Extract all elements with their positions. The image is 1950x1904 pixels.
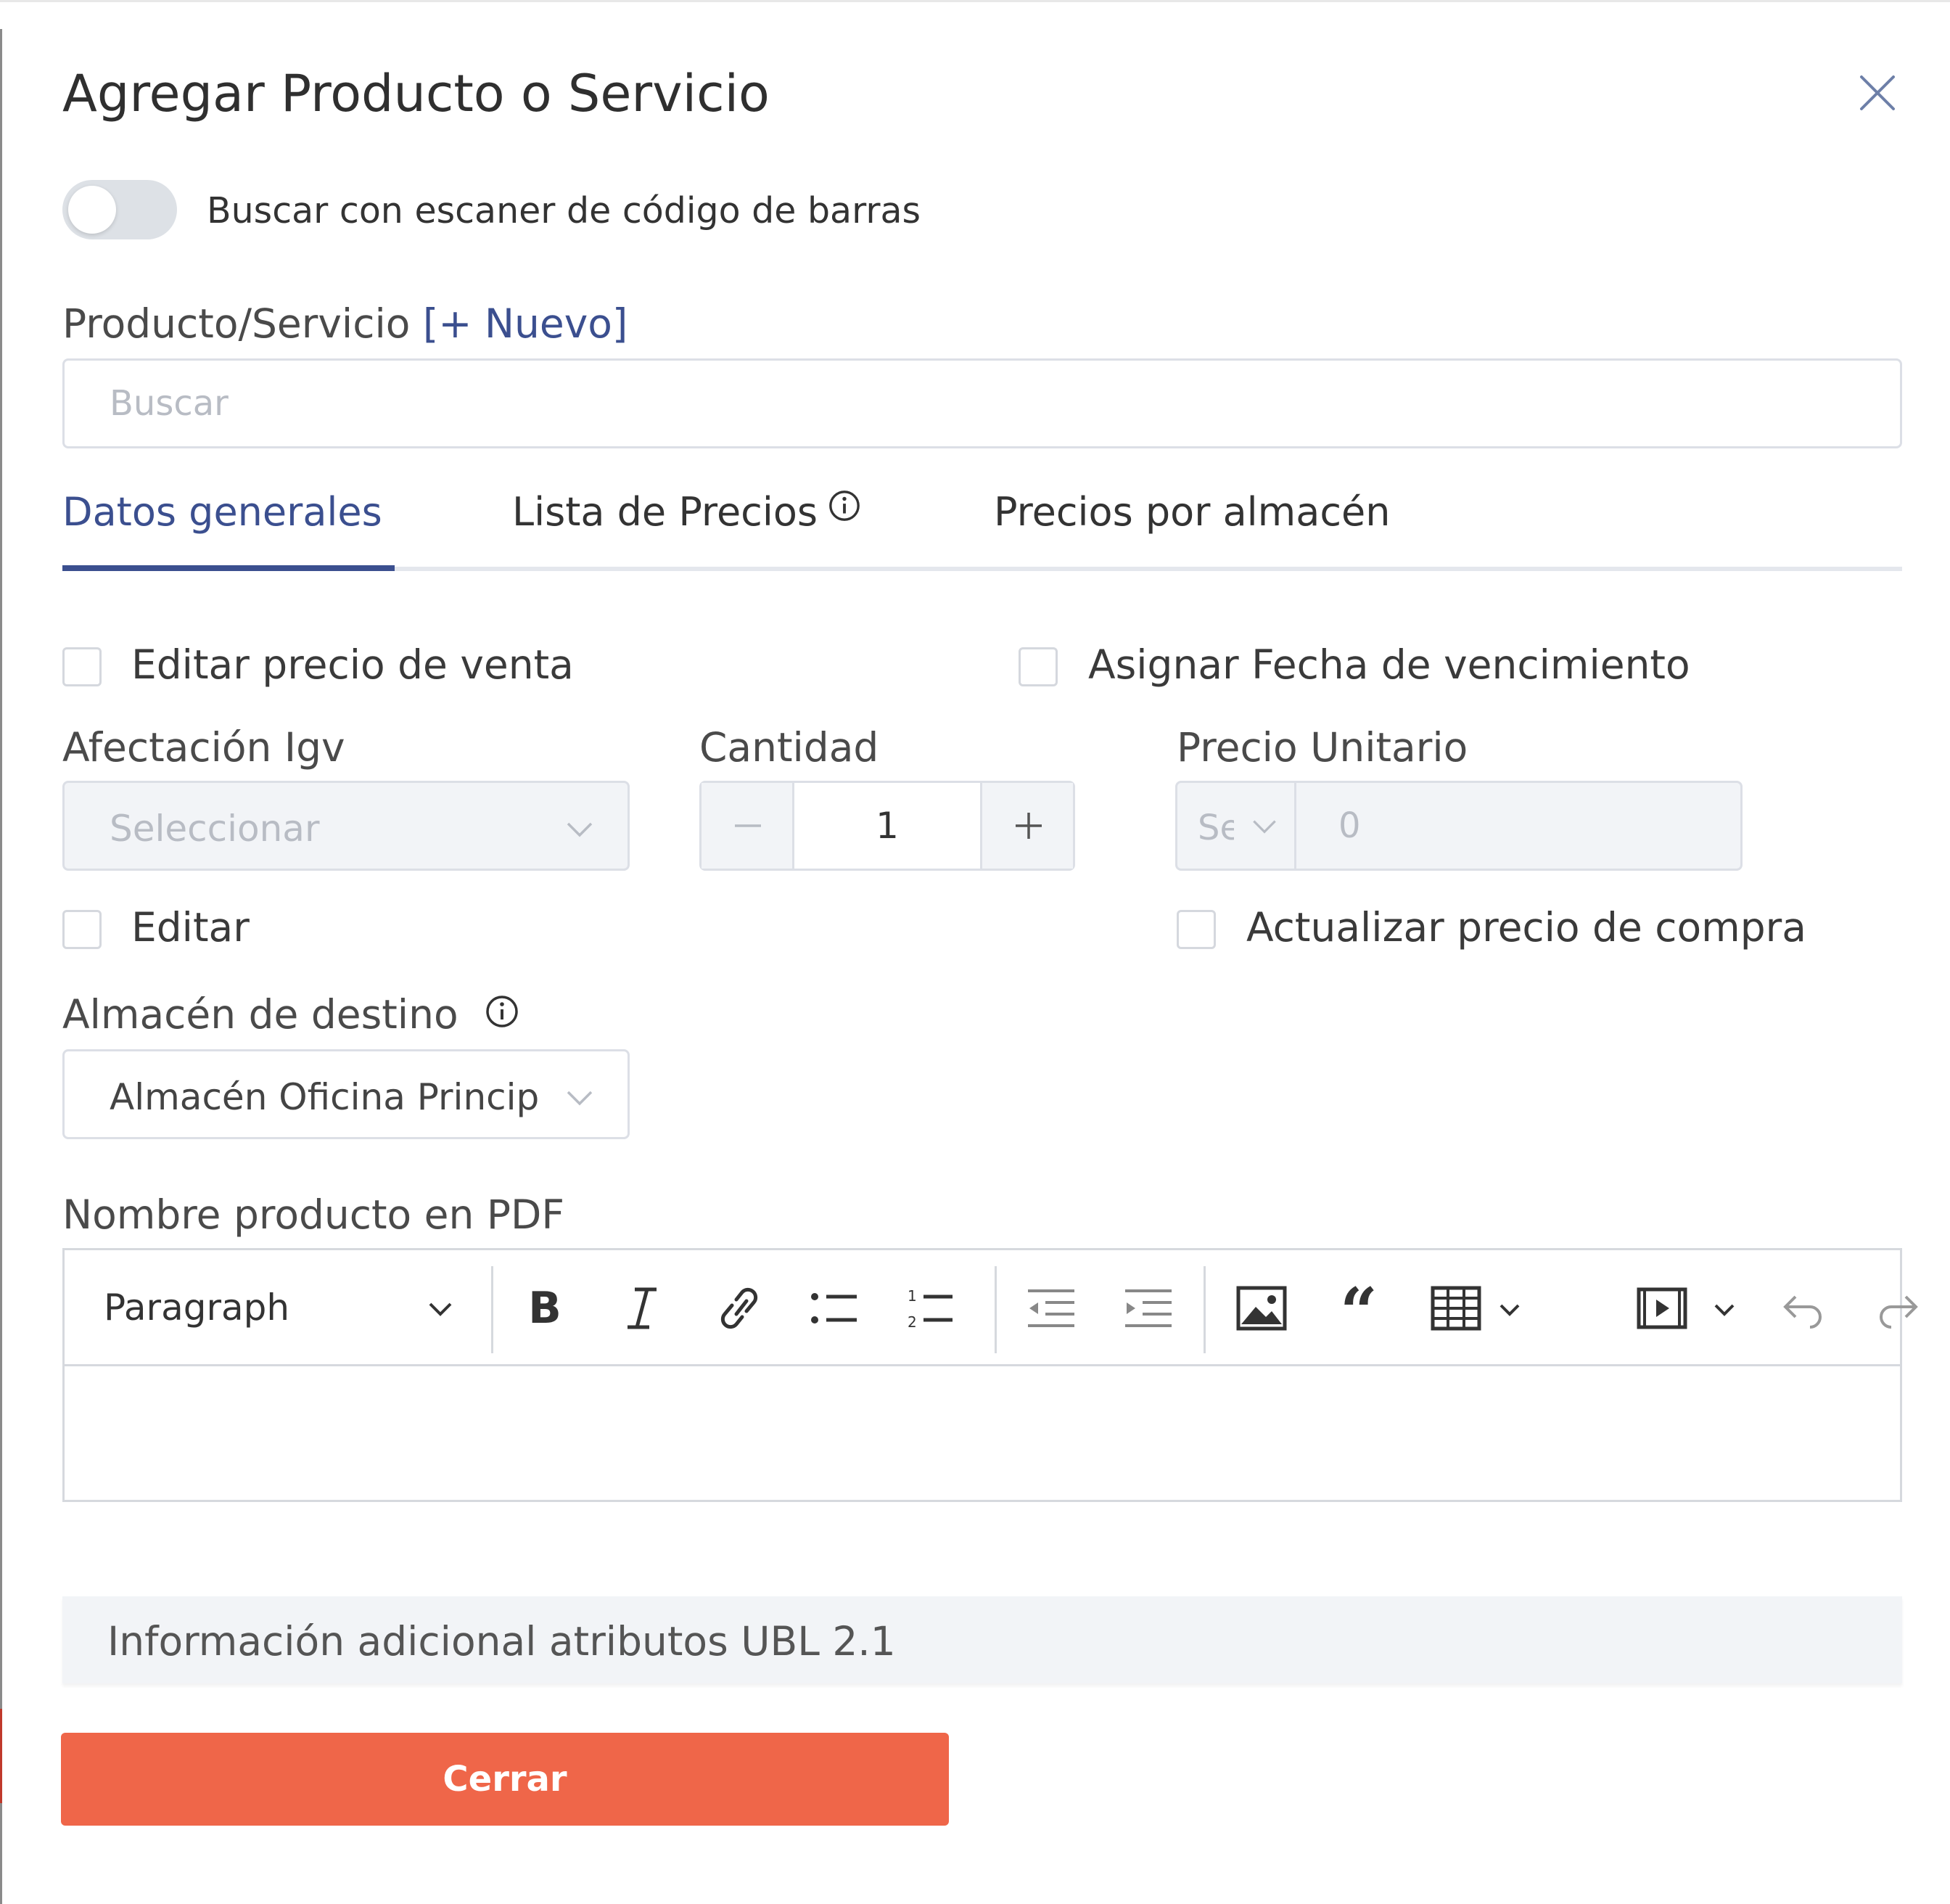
numbered-list-icon[interactable]: 12 <box>900 1279 958 1337</box>
chevron-down-icon <box>424 1292 456 1324</box>
product-field-label: Producto/Servicio [+ Nuevo] <box>62 300 628 347</box>
tab-lista-de-precios[interactable]: Lista de Precios <box>512 489 861 535</box>
media-icon[interactable] <box>1633 1279 1691 1337</box>
window-left-edge <box>0 29 2 1904</box>
blockquote-icon[interactable]: “ <box>1330 1273 1388 1350</box>
unit-price-input[interactable] <box>1296 783 1740 869</box>
currency-select-placeholder: Seleccionar <box>1198 808 1234 848</box>
toolbar-separator <box>491 1266 493 1353</box>
media-dropdown-chevron-icon[interactable] <box>1710 1295 1739 1324</box>
update-purchase-price-checkbox[interactable] <box>1177 910 1216 949</box>
table-dropdown-chevron-icon[interactable] <box>1495 1295 1524 1324</box>
additional-info-label: Información adicional atributos UBL 2.1 <box>107 1618 896 1665</box>
dialog-title: Agregar Producto o Servicio <box>62 64 770 123</box>
barcode-scanner-label: Buscar con escaner de código de barras <box>207 190 921 231</box>
new-product-link[interactable]: [+ Nuevo] <box>423 300 628 347</box>
edit-sale-price-label[interactable]: Editar precio de venta <box>131 641 574 688</box>
warehouse-select[interactable]: Almacén Oficina Principal <box>62 1049 630 1139</box>
toolbar-separator <box>995 1266 997 1353</box>
undo-icon[interactable] <box>1774 1279 1832 1337</box>
editor-content-area[interactable] <box>65 1366 1900 1500</box>
quantity-decrease-button[interactable] <box>702 783 794 869</box>
info-icon <box>485 994 519 1029</box>
barcode-scanner-toggle[interactable] <box>62 180 177 239</box>
quantity-label: Cantidad <box>699 724 879 771</box>
close-icon[interactable] <box>1857 73 1898 113</box>
outdent-icon[interactable] <box>1022 1279 1080 1337</box>
tab-datos-generales[interactable]: Datos generales <box>62 489 382 535</box>
currency-select[interactable]: Seleccionar <box>1177 783 1296 869</box>
image-icon[interactable] <box>1233 1279 1291 1337</box>
chevron-down-icon <box>562 812 597 847</box>
close-button[interactable]: Cerrar <box>61 1733 949 1826</box>
chevron-down-icon <box>1248 811 1280 842</box>
unit-price-label: Precio Unitario <box>1177 724 1468 771</box>
quantity-stepper[interactable] <box>699 781 1075 871</box>
igv-label: Afectación Igv <box>62 724 345 771</box>
igv-select[interactable]: Seleccionar <box>62 781 630 871</box>
bulleted-list-icon[interactable] <box>805 1279 863 1337</box>
tab-lista-de-precios-label: Lista de Precios <box>512 489 818 535</box>
tab-precios-por-almacen[interactable]: Precios por almacén <box>994 489 1391 535</box>
edit-label[interactable]: Editar <box>131 904 250 951</box>
toolbar-separator <box>1204 1266 1206 1353</box>
quantity-increase-button[interactable] <box>980 783 1073 869</box>
redo-icon[interactable] <box>1869 1279 1928 1337</box>
table-icon[interactable] <box>1427 1279 1485 1337</box>
igv-select-placeholder: Seleccionar <box>110 808 320 850</box>
active-tab-indicator <box>62 565 395 571</box>
info-icon <box>828 486 861 521</box>
edit-sale-price-checkbox[interactable] <box>62 647 102 686</box>
svg-text:1: 1 <box>908 1287 917 1305</box>
pdf-name-label: Nombre producto en PDF <box>62 1191 565 1238</box>
edit-checkbox[interactable] <box>62 910 102 949</box>
svg-text:2: 2 <box>908 1313 917 1331</box>
italic-icon[interactable] <box>613 1279 671 1337</box>
paragraph-format-select[interactable]: Paragraph <box>104 1282 481 1333</box>
toggle-knob <box>68 186 116 234</box>
warehouse-select-value: Almacén Oficina Principal <box>110 1076 539 1118</box>
bold-icon[interactable]: B <box>516 1279 574 1337</box>
assign-expiry-label[interactable]: Asignar Fecha de vencimiento <box>1088 641 1690 688</box>
window-top-edge <box>0 0 1950 2</box>
rich-text-editor: Paragraph B 12 “ <box>62 1248 1918 1502</box>
svg-text:B: B <box>528 1283 561 1334</box>
quantity-input[interactable] <box>794 783 980 869</box>
additional-info-collapse[interactable]: Información adicional atributos UBL 2.1 <box>62 1596 1902 1683</box>
product-label-text: Producto/Servicio <box>62 300 411 347</box>
link-icon[interactable] <box>710 1279 768 1337</box>
assign-expiry-checkbox[interactable] <box>1019 647 1058 686</box>
indent-icon[interactable] <box>1119 1279 1177 1337</box>
unit-price-group: Seleccionar <box>1175 781 1743 871</box>
svg-text:“: “ <box>1340 1279 1378 1337</box>
background-accent-strip <box>0 1709 2 1803</box>
update-purchase-price-label[interactable]: Actualizar precio de compra <box>1246 904 1806 951</box>
warehouse-label: Almacén de destino <box>62 991 458 1038</box>
editor-toolbar: Paragraph B 12 “ <box>65 1250 1918 1366</box>
product-search-input[interactable] <box>62 358 1902 448</box>
chevron-down-icon <box>562 1080 597 1115</box>
paragraph-format-label: Paragraph <box>104 1287 290 1329</box>
